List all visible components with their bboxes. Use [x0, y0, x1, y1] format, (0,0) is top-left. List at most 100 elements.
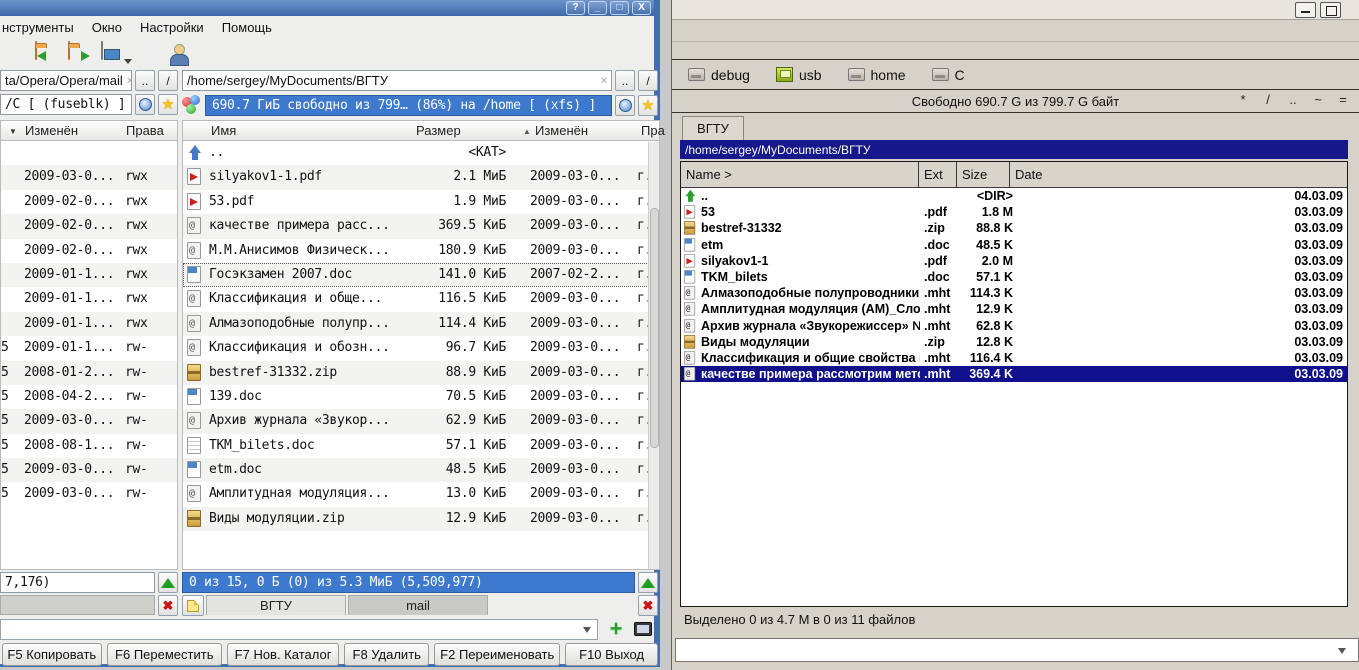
move-folder-icon[interactable] [68, 42, 92, 66]
file-row[interactable]: Классификация и обозн...96.7 КиБ2009-03-… [183, 336, 659, 360]
file-row[interactable]: Классификация и обще...116.5 КиБ2009-03-… [183, 287, 659, 311]
file-row[interactable]: Виды модуляции.zip12.9 КиБ2009-03-0...г. [183, 507, 659, 531]
file-row[interactable]: 53.pdf1.8 M03.03.09 [681, 204, 1347, 220]
maximize-button[interactable]: □ [610, 1, 629, 15]
column-perms[interactable]: Права [126, 123, 164, 138]
column-header-0[interactable]: Name > [681, 162, 919, 187]
file-row[interactable]: bestref-31332.zip88.9 КиБ2009-03-0...г. [183, 361, 659, 385]
file-row[interactable]: Госэкзамен 2007.doc141.0 КиБ2007-02-2...… [183, 263, 659, 287]
file-row[interactable]: silyakov1-1.pdf2.1 МиБ2009-03-0...г. [183, 165, 659, 189]
file-row[interactable]: 2009-01-1...rwx [1, 263, 177, 287]
pane-tab-mail[interactable]: mail [348, 595, 488, 615]
scrollbar-thumb[interactable] [650, 208, 659, 448]
minimize-button[interactable]: _ [588, 1, 607, 15]
column-header-3[interactable]: Date [1010, 162, 1347, 187]
root-dir-button[interactable]: / [158, 70, 178, 91]
chevron-down-icon[interactable] [1338, 648, 1346, 654]
file-row[interactable]: 2009-01-1...rwx [1, 312, 177, 336]
file-row[interactable]: 52009-01-1...rw- [1, 336, 177, 360]
sort-desc-icon[interactable]: ▼ [9, 127, 17, 136]
command-combo-input[interactable] [675, 638, 1359, 662]
krusader-titlebar[interactable]: ? _ □ X [0, 0, 654, 16]
nav-button-1[interactable]: / [1260, 92, 1276, 107]
media-icon[interactable] [182, 95, 202, 115]
file-row[interactable]: качестве примера рассмотрим метод амплит… [681, 366, 1347, 382]
file-row[interactable]: TKM_bilets.doc57.1 КиБ2009-03-0...г. [183, 434, 659, 458]
root-dir-button[interactable]: / [638, 70, 658, 91]
menu-item-3[interactable]: Помощь [222, 20, 272, 35]
file-row[interactable]: 52008-01-2...rw- [1, 361, 177, 385]
file-row[interactable]: Классификация и общие свойства полупрово… [681, 350, 1347, 366]
file-row[interactable]: 2009-03-0...rwx [1, 165, 177, 189]
bookmarks-button[interactable]: ★ [158, 94, 178, 115]
file-row[interactable]: etm.doc48.5 K03.03.09 [681, 237, 1347, 253]
pane-tab-ВГТУ[interactable]: ВГТУ [206, 595, 346, 615]
file-row[interactable]: Амплитудная модуляция (АМ)_Словарь_Тер.m… [681, 301, 1347, 317]
drive-button-home[interactable]: home [848, 67, 906, 83]
file-row[interactable]: 52009-03-0...rw- [1, 409, 177, 433]
column-perms[interactable]: Пра [641, 123, 665, 138]
user-icon[interactable] [167, 42, 191, 66]
chevron-down-icon[interactable] [583, 627, 591, 633]
file-row[interactable]: 53.pdf1.9 МиБ2009-03-0...г. [183, 190, 659, 214]
file-row[interactable]: ..<КАТ> [183, 141, 659, 165]
page-icon[interactable] [2, 42, 26, 66]
help-button[interactable]: ? [566, 1, 585, 15]
column-header-2[interactable]: Size [957, 162, 1010, 187]
up-dir-button[interactable]: .. [135, 70, 155, 91]
command-line-input[interactable] [0, 619, 598, 640]
file-row[interactable]: TKM_bilets.doc57.1 K03.03.09 [681, 269, 1347, 285]
file-row[interactable]: etm.doc48.5 КиБ2009-03-0...г. [183, 458, 659, 482]
column-size[interactable]: Размер [416, 123, 461, 138]
file-row[interactable]: ..<DIR>04.03.09 [681, 188, 1347, 204]
fkey-button-3[interactable]: F7 Нов. Каталог [227, 643, 339, 666]
left-pane-tab[interactable]: ta/Opera/Opera/mail × [0, 70, 132, 91]
copy-folder-icon[interactable] [35, 42, 59, 66]
column-name[interactable]: Имя [211, 123, 236, 138]
maximize-button[interactable] [1320, 2, 1341, 18]
file-row[interactable]: Амплитудная модуляция...13.0 КиБ2009-03-… [183, 482, 659, 506]
commander-titlebar[interactable] [672, 0, 1359, 20]
close-tab-icon[interactable]: × [123, 75, 132, 87]
sort-asc-icon[interactable]: ▲ [523, 127, 531, 136]
equal-panels-button[interactable] [638, 572, 658, 593]
close-tab-button[interactable]: ✖ [638, 595, 658, 616]
clear-path-icon[interactable]: × [597, 75, 607, 87]
nav-button-0[interactable]: * [1235, 92, 1251, 107]
history-button[interactable] [135, 94, 155, 115]
fkey-button-6[interactable]: F10 Выход [565, 643, 658, 666]
path-field[interactable]: /home/sergey/MyDocuments/ВГТУ × [182, 70, 612, 91]
new-tab-button[interactable] [182, 595, 204, 616]
file-row[interactable]: 139.doc70.5 КиБ2009-03-0...г. [183, 385, 659, 409]
drive-button-C[interactable]: C [932, 67, 965, 83]
lightning-icon[interactable] [134, 42, 158, 66]
file-row[interactable]: Алмазоподобные полупроводники - Студент.… [681, 285, 1347, 301]
file-row[interactable]: Алмазоподобные полупр...114.4 КиБ2009-03… [183, 312, 659, 336]
equal-panels-button[interactable] [158, 572, 178, 593]
nav-button-4[interactable]: = [1335, 92, 1351, 107]
bookmarks-button[interactable]: ★ [638, 95, 658, 116]
file-row[interactable]: 52009-03-0...rw- [1, 458, 177, 482]
fkey-button-1[interactable]: F5 Копировать [2, 643, 102, 666]
file-row[interactable] [1, 141, 177, 165]
menu-item-1[interactable]: Окно [92, 20, 122, 35]
file-row[interactable]: bestref-31332.zip88.8 K03.03.09 [681, 220, 1347, 236]
column-changed[interactable]: Изменён [535, 123, 588, 138]
minimize-button[interactable] [1295, 2, 1316, 18]
menu-item-0[interactable]: нструменты [2, 20, 74, 35]
close-tab-button[interactable]: ✖ [158, 595, 178, 616]
add-button[interactable]: + [604, 618, 628, 640]
up-dir-button[interactable]: .. [615, 70, 635, 91]
file-row[interactable]: 2009-02-0...rwx [1, 214, 177, 238]
fkey-button-4[interactable]: F8 Удалить [344, 643, 429, 666]
file-row[interactable]: 2009-02-0...rwx [1, 190, 177, 214]
file-row[interactable]: 52009-03-0...rw- [1, 482, 177, 506]
fkey-button-5[interactable]: F2 Переименовать [434, 643, 560, 666]
file-row[interactable]: 2009-02-0...rwx [1, 239, 177, 263]
column-header-1[interactable]: Ext [919, 162, 957, 187]
menu-item-2[interactable]: Настройки [140, 20, 204, 35]
history-button[interactable] [615, 95, 635, 116]
path-bar[interactable]: /home/sergey/MyDocuments/ВГТУ [680, 140, 1348, 159]
terminal-button[interactable] [630, 618, 656, 640]
computer-icon[interactable] [101, 42, 125, 66]
